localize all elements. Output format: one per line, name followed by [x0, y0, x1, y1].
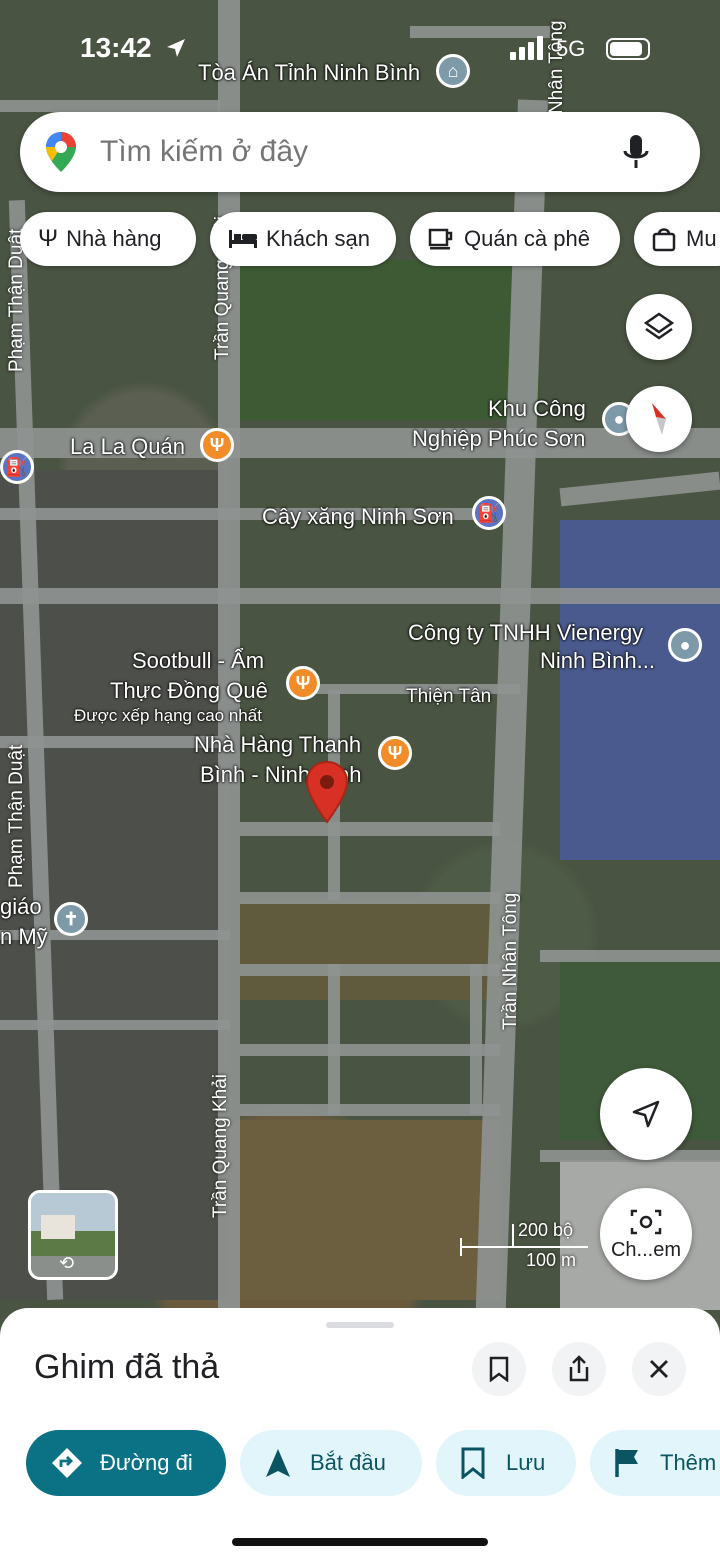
gas-station-icon[interactable]: ⛽	[0, 450, 34, 484]
place-pin-icon[interactable]: ●	[668, 628, 702, 662]
place-label[interactable]: Khu Công	[488, 396, 586, 422]
search-input[interactable]	[98, 134, 602, 170]
start-button[interactable]: Bắt đầu	[240, 1430, 422, 1496]
navigation-arrow-icon	[266, 1449, 290, 1477]
utensils-icon: Ψ	[38, 225, 59, 252]
place-label[interactable]: giáo	[0, 894, 42, 920]
bed-icon	[229, 230, 257, 248]
place-label[interactable]: n Mỹ	[0, 924, 48, 950]
field	[240, 900, 500, 1000]
chip-label: Khách sạn	[266, 226, 370, 251]
action-label: Lưu	[506, 1450, 546, 1475]
close-icon	[650, 1360, 668, 1378]
chip-label: Quán cà phê	[464, 226, 590, 251]
place-rating-label: Được xếp hạng cao nhất	[74, 706, 262, 725]
place-label-cay-xang[interactable]: Cây xăng Ninh Sơn	[262, 504, 454, 530]
chip-label: Nhà hàng	[66, 226, 162, 251]
restaurant-icon[interactable]: Ψ	[286, 666, 320, 700]
home-indicator[interactable]	[232, 1538, 488, 1546]
flag-icon	[615, 1449, 638, 1477]
action-label: Bắt đầu	[310, 1450, 386, 1475]
directions-button[interactable]: Đường đi	[26, 1430, 226, 1496]
microphone-icon[interactable]	[622, 133, 650, 171]
share-icon	[569, 1355, 589, 1382]
google-maps-logo-icon	[46, 132, 76, 172]
share-button[interactable]	[552, 1342, 606, 1396]
my-location-button[interactable]	[600, 1068, 692, 1160]
field	[240, 1120, 500, 1300]
lens-label: Ch...em	[610, 1238, 682, 1261]
place-label[interactable]: Sootbull - Ẩm	[132, 648, 264, 674]
save-button[interactable]: Lưu	[436, 1430, 576, 1496]
coffee-icon	[428, 228, 453, 250]
save-icon-button[interactable]	[472, 1342, 526, 1396]
shopping-bag-icon	[652, 228, 676, 252]
place-label[interactable]: Thực Đồng Quê	[110, 678, 268, 704]
church-icon[interactable]: ✝	[54, 902, 88, 936]
place-label-la-la[interactable]: La La Quán	[70, 434, 185, 460]
sheet-title: Ghim đã thả	[34, 1348, 220, 1386]
bookmark-icon	[461, 1447, 485, 1479]
chip-label: Mu	[686, 226, 717, 251]
sheet-drag-handle[interactable]	[326, 1322, 394, 1328]
action-label: Đường đi	[100, 1450, 193, 1475]
street-label: Phạm Thận Duật	[6, 744, 27, 888]
layers-button[interactable]	[626, 294, 692, 360]
place-label[interactable]: Công ty TNHH Vienergy	[408, 620, 643, 646]
compass-button[interactable]	[626, 386, 692, 452]
restaurant-icon[interactable]: Ψ	[378, 736, 412, 770]
place-label[interactable]: Nhà Hàng Thanh	[194, 732, 361, 758]
scale-imperial: 200 bộ	[518, 1220, 574, 1240]
chip-cafes[interactable]: Quán cà phê	[410, 212, 620, 266]
layers-icon	[643, 312, 675, 340]
directions-icon	[52, 1448, 82, 1478]
chip-hotels[interactable]: Khách sạn	[210, 212, 396, 266]
close-button[interactable]	[632, 1342, 686, 1396]
action-label: Thêm	[660, 1450, 717, 1475]
chip-shopping[interactable]: Mu	[634, 212, 720, 266]
bookmark-icon	[489, 1356, 509, 1382]
navigation-arrow-icon	[632, 1100, 660, 1128]
signal-bars-icon	[510, 36, 550, 60]
more-button[interactable]: Thêm	[590, 1430, 720, 1496]
gas-station-icon[interactable]: ⛽	[472, 496, 506, 530]
restaurant-icon[interactable]: Ψ	[200, 428, 234, 462]
search-bar[interactable]	[20, 112, 700, 192]
street-label: Trần Quang Khải	[210, 1074, 231, 1218]
street-view-thumbnail[interactable]: ⟲	[28, 1190, 118, 1280]
compass-icon	[652, 403, 666, 435]
status-bar: 13:42 5G	[0, 0, 720, 96]
industrial-roofs	[560, 520, 720, 860]
battery-icon	[606, 38, 650, 60]
street-label: Trần Nhân Tông	[500, 892, 521, 1030]
scale-metric: 100 m	[526, 1250, 577, 1270]
lens-search-button[interactable]: Ch...em	[600, 1188, 692, 1280]
place-label[interactable]: Ninh Bình...	[540, 648, 655, 674]
dropped-pin-icon[interactable]	[304, 760, 350, 826]
location-arrow-icon	[167, 39, 185, 57]
place-label[interactable]: Thiện Tân	[406, 686, 491, 708]
camera-lens-icon	[630, 1209, 662, 1234]
place-label[interactable]: Nghiệp Phúc Sơn	[412, 426, 585, 452]
chip-restaurants[interactable]: Ψ Nhà hàng	[20, 212, 196, 266]
rotate-360-icon: ⟲	[59, 1253, 75, 1273]
network-label: 5G	[556, 36, 586, 61]
status-time: 13:42	[80, 32, 152, 63]
map-scale: 200 bộ 100 m	[460, 1220, 590, 1270]
